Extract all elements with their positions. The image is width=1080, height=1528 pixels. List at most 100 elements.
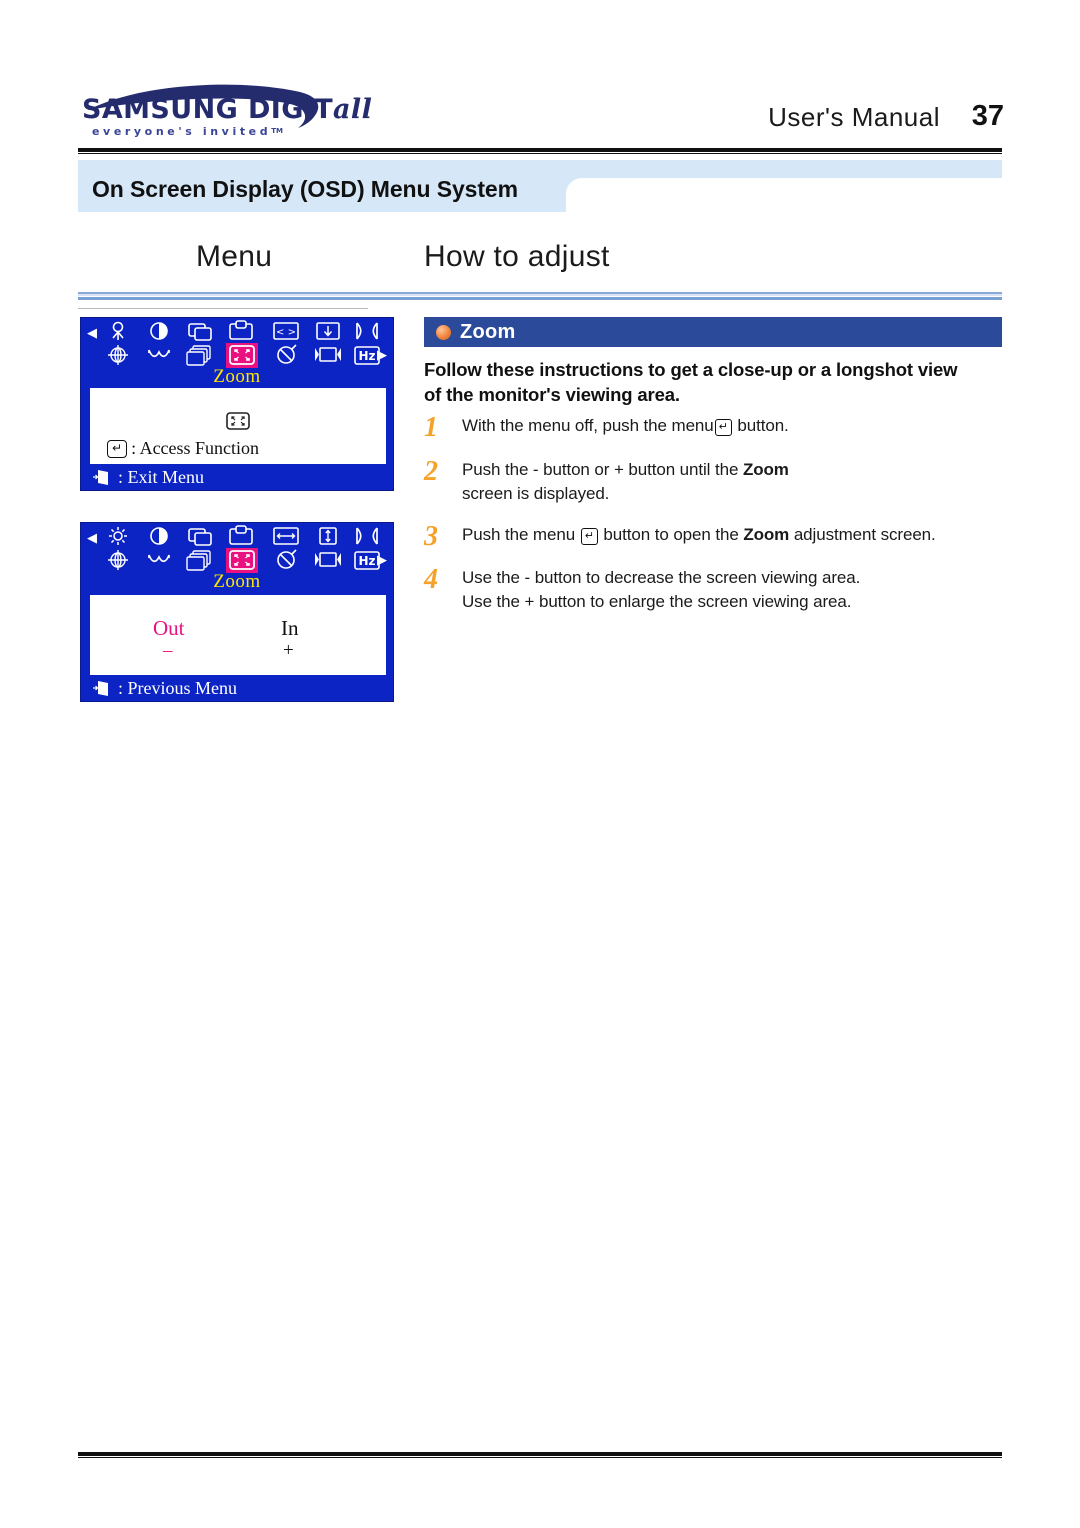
zoom-icon <box>226 412 250 430</box>
osd-content-area: ↵ : Access Function <box>90 388 386 464</box>
osd-screen-menu: ◀ ▶ < > Hz Zoom ↵: Access Function: Ex… <box>80 317 394 491</box>
osd-left-arrow-icon: ◀ <box>87 325 97 340</box>
header-rule <box>78 148 1002 152</box>
zoom-out-label[interactable]: Out <box>153 616 185 641</box>
step2-pre: Push the - button or + button until the <box>462 460 743 479</box>
logo-tagline-tm: TM <box>271 127 283 135</box>
image-position-icon[interactable] <box>185 320 215 344</box>
zoom-description-line2: of the monitor's viewing area. <box>424 384 680 405</box>
degauss-icon[interactable] <box>271 344 301 368</box>
step3-post: adjustment screen. <box>789 525 936 544</box>
step-text: Use the - button to decrease the screen … <box>462 566 1004 614</box>
zoom-section-bar: Zoom <box>424 317 1002 347</box>
contrast-icon[interactable] <box>144 320 174 344</box>
layers-icon[interactable] <box>185 344 215 368</box>
instruction-step-1: 1 With the menu off, push the menu ↵ butt… <box>424 414 1004 442</box>
exit-menu-icon <box>93 470 108 485</box>
zoom-description-line1: Follow these instructions to get a close… <box>424 359 958 380</box>
osd-exit-line: : Exit Menu <box>93 467 204 488</box>
header-rule-thin <box>78 153 1002 154</box>
step4-line1: Use the - button to decrease the screen … <box>462 568 861 587</box>
osd-selected-label: Zoom <box>213 366 261 387</box>
step3-bold: Zoom <box>743 525 790 544</box>
h-centering-icon[interactable] <box>313 344 343 368</box>
pincushion-icon[interactable] <box>352 320 382 344</box>
osd-screen-adjust: ◀ ▶ Hz Zoom Out – In +: Previous Menu <box>80 522 394 702</box>
zoom-description: Follow these instructions to get a close… <box>424 357 1004 407</box>
osd-previous-line: : Previous Menu <box>93 678 237 699</box>
page-title: On Screen Display (OSD) Menu System <box>92 176 518 202</box>
step2-line2: screen is displayed. <box>462 484 610 503</box>
manual-label: User's Manual <box>768 102 940 132</box>
osd-selected-label: Zoom <box>213 571 261 592</box>
zoom-icon[interactable] <box>226 548 258 573</box>
step-text: Push the menu ↵ button to open the Zoom … <box>462 523 1004 547</box>
instruction-step-3: 3 Push the menu ↵ button to open the Zoo… <box>424 523 1004 551</box>
svg-text:Hz: Hz <box>358 554 375 568</box>
logo-wordmark-main: SAMSUNG DIGIT <box>82 94 334 125</box>
logo-tagline: everyone's invitedTM <box>92 125 283 138</box>
zoom-icon[interactable] <box>226 343 258 368</box>
column-header-how-to-adjust: How to adjust <box>424 240 610 273</box>
footer-rule-thin <box>78 1457 1002 1458</box>
image-position-icon[interactable] <box>185 525 215 549</box>
step-number: 2 <box>424 456 438 487</box>
layers-icon[interactable] <box>185 549 215 573</box>
image-size-icon[interactable] <box>226 525 256 549</box>
image-size-icon[interactable] <box>226 320 256 344</box>
pincushion-icon[interactable] <box>352 525 382 549</box>
step-number: 4 <box>424 564 438 595</box>
osd-icon-row-1: ◀ ▶ < > Hz <box>81 318 393 370</box>
trapezoid-icon[interactable] <box>144 549 174 573</box>
hz-icon[interactable]: Hz <box>352 344 382 368</box>
contrast-icon[interactable] <box>144 525 174 549</box>
page-number: 37 <box>971 100 1004 132</box>
column-header-menu: Menu <box>196 240 273 273</box>
logo-wordmark: SAMSUNG DIGITall <box>82 94 372 125</box>
zoom-section-heading: Zoom <box>460 321 516 343</box>
zoom-in-label[interactable]: In <box>281 616 299 641</box>
previous-menu-icon <box>93 681 108 696</box>
manual-page: SAMSUNG DIGITall everyone's invitedTM Us… <box>0 0 1080 1528</box>
double-rule <box>78 292 1002 301</box>
rotation-icon[interactable] <box>103 344 133 368</box>
orange-sphere-bullet-icon <box>436 325 451 340</box>
trapezoid-icon[interactable] <box>144 344 174 368</box>
h-position-icon[interactable]: < > <box>271 320 301 344</box>
step-number: 3 <box>424 521 438 552</box>
zoom-in-sign[interactable]: + <box>283 640 294 662</box>
osd-previous-text: : Previous Menu <box>118 678 237 698</box>
degauss-icon[interactable] <box>271 549 301 573</box>
logo-wordmark-italic: all <box>333 94 373 125</box>
step-text: Push the - button or + button until the … <box>462 458 1004 506</box>
samsung-logo: SAMSUNG DIGITall everyone's invitedTM <box>78 80 398 142</box>
osd-access-text: : Access Function <box>131 438 260 458</box>
v-position-icon[interactable] <box>313 320 343 344</box>
v-size-icon[interactable] <box>313 525 343 549</box>
step-number: 1 <box>424 412 438 443</box>
osd-icon-row-2: ◀ ▶ Hz <box>81 523 393 575</box>
footer-rule <box>78 1452 1002 1456</box>
enter-key-icon: ↵ <box>580 528 598 545</box>
svg-text:Hz: Hz <box>358 349 375 363</box>
hz-icon[interactable]: Hz <box>352 549 382 573</box>
enter-key-icon: ↵ <box>107 439 128 458</box>
h-centering-icon[interactable] <box>313 549 343 573</box>
section-band-cutout <box>566 178 1002 212</box>
menu-column-rule <box>78 308 368 309</box>
osd-exit-text: : Exit Menu <box>118 467 204 487</box>
zoom-out-sign[interactable]: – <box>163 640 173 662</box>
step-text: With the menu off, push the menu ↵ button… <box>462 414 1004 438</box>
step2-bold: Zoom <box>742 460 789 479</box>
rotation-icon[interactable] <box>103 549 133 573</box>
instruction-step-2: 2 Push the - button or + button until th… <box>424 458 1004 506</box>
instruction-step-4: 4 Use the - button to decrease the scree… <box>424 566 1004 614</box>
logo-tagline-text: everyone's invited <box>92 125 272 138</box>
step3-mid: button to open the <box>598 525 744 544</box>
osd-access-line: ↵ : Access Function <box>107 438 259 459</box>
person-icon[interactable] <box>103 320 133 344</box>
h-size-icon[interactable] <box>271 525 301 549</box>
enter-key-icon: ↵ <box>714 419 732 436</box>
brightness-icon[interactable] <box>103 525 133 549</box>
osd-content-area: Out – In + <box>90 595 386 675</box>
